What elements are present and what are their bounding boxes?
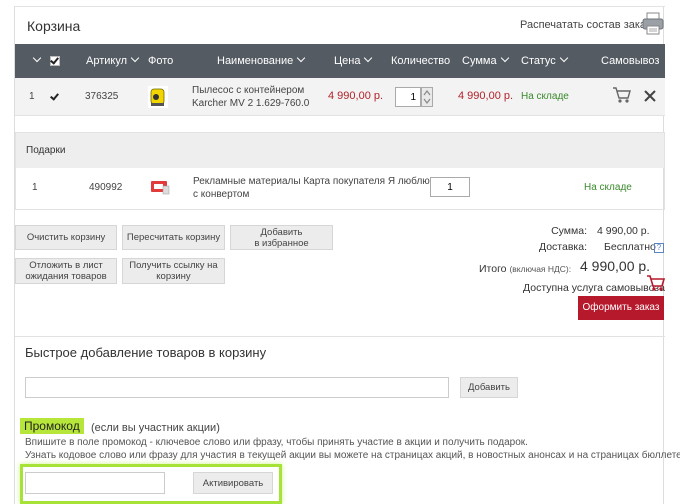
promo-title: Промокод [20,418,84,434]
product-price: 4 990,00 р. [328,90,384,102]
gift-photo[interactable] [149,177,171,197]
postpone-label-2: ожидания товаров [25,271,107,282]
clear-cart-button[interactable]: Очистить корзину [15,225,117,250]
quick-add-button[interactable]: Добавить [460,377,518,398]
recalculate-label: Пересчитать корзину [126,232,221,243]
promo-instructions-2: Узнать кодовое слово или фразу для участ… [25,450,680,461]
quantity-stepper[interactable] [421,87,433,107]
delivery-value: Бесплатно [604,241,656,253]
delivery-help-icon[interactable]: ? [654,243,664,253]
delivery-label: Доставка: [538,241,587,253]
quantity-input[interactable] [395,87,421,107]
product-sum: 4 990,00 р. [458,90,514,102]
column-quantity: Количество [391,55,451,67]
column-price-label: Цена [334,55,361,67]
cart-panel: Корзина Распечатать состав заказа Артику… [14,6,680,504]
row-checkbox[interactable] [50,91,60,102]
get-cart-link-button[interactable]: Получить ссылку на корзину [122,258,225,284]
column-article-label: Артикул [86,55,128,67]
column-article[interactable]: Артикул [86,44,140,78]
product-photo[interactable] [148,86,168,108]
table-row: 1 376325 Пылесос с контейнером Karcher M… [15,78,665,116]
total-label: Итого (включая НДС): [479,263,571,275]
print-order-link[interactable]: Распечатать состав заказа [520,19,657,31]
total-value: 4 990,00 р. [580,258,651,274]
gift-name-line1: Рекламные материалы Карта покупателя Я л… [193,176,464,187]
product-name-line2[interactable]: Karcher MV 2 1.629-760.0 [192,98,309,109]
clear-cart-label: Очистить корзину [26,232,106,243]
get-link-label-1: Получить ссылку на [129,260,218,271]
column-sum-label: Сумма [462,55,497,67]
promo-subtitle: (если вы участник акции) [91,422,220,434]
total-label-text: Итого [479,263,507,275]
checkmark-icon [50,55,59,65]
column-sum[interactable]: Сумма [462,44,509,78]
chevron-down-icon [500,53,509,63]
gift-stock-status: На складе [584,182,632,193]
row-index: 1 [29,91,35,102]
gift-name-line2: с конвертом [193,189,250,200]
stock-status: На складе [521,91,569,102]
column-name[interactable]: Наименование [217,44,306,78]
postpone-button[interactable]: Отложить в лист ожидания товаров [15,258,117,284]
cart-table-header: Артикул Фото Наименование Цена Количеств… [15,44,665,78]
pickup-cart-icon [647,275,666,291]
column-price[interactable]: Цена [334,44,373,78]
column-status[interactable]: Статус [521,44,569,78]
gifts-section: Подарки 1 490992 Рекламные материалы Кар… [15,132,665,210]
postpone-label-1: Отложить в лист [29,260,103,271]
section-divider [15,336,665,337]
column-name-label: Наименование [217,55,294,67]
chevron-down-icon [130,53,140,63]
quick-add-title: Быстрое добавление товаров в корзину [25,345,267,360]
total-vat-note: (включая НДС): [509,264,572,274]
sum-label: Сумма: [551,225,587,237]
gift-quantity-field [430,177,470,197]
add-favorites-label-2: в избранное [254,237,309,249]
product-name-line1[interactable]: Пылесос с контейнером [192,85,304,96]
gift-article: 490992 [89,182,123,193]
chevron-down-icon [297,53,306,63]
gift-index: 1 [32,182,38,193]
top-divider [15,6,665,7]
get-link-label-2: корзину [156,271,191,282]
recalculate-button[interactable]: Пересчитать корзину [122,225,225,250]
sum-value: 4 990,00 р. [597,225,650,237]
pickup-note: Доступна услуга самовывоза [523,282,665,294]
collapse-toggle[interactable] [29,44,42,78]
promo-instructions-1: Впишите в поле промокод - ключевое слово… [25,437,528,448]
checkout-button[interactable]: Оформить заказ [578,296,664,320]
activate-promo-button[interactable]: Активировать [193,472,273,494]
promo-code-input[interactable] [25,472,165,494]
checkmark-icon [50,91,59,101]
activate-promo-label: Активировать [202,477,264,489]
chevron-down-icon [364,53,373,63]
remove-item-icon[interactable] [644,90,656,102]
page-title: Корзина [27,18,81,34]
add-to-favorites-button[interactable]: Добавить в избранное [230,225,333,250]
quick-add-input[interactable] [25,377,449,398]
pickup-cart-icon[interactable] [612,86,632,104]
column-photo: Фото [148,55,174,67]
stepper-arrows-icon [423,90,431,104]
printer-icon[interactable] [642,11,664,35]
product-article: 376325 [85,91,119,102]
gifts-header: Подарки [16,133,664,168]
column-status-label: Статус [521,55,556,67]
add-favorites-label-1: Добавить [260,226,303,238]
quick-add-button-label: Добавить [468,382,510,393]
chevron-down-icon [32,53,42,63]
column-pickup: Самовывоз [601,55,660,67]
chevron-down-icon [559,53,569,63]
select-all-checkbox[interactable] [50,55,60,66]
